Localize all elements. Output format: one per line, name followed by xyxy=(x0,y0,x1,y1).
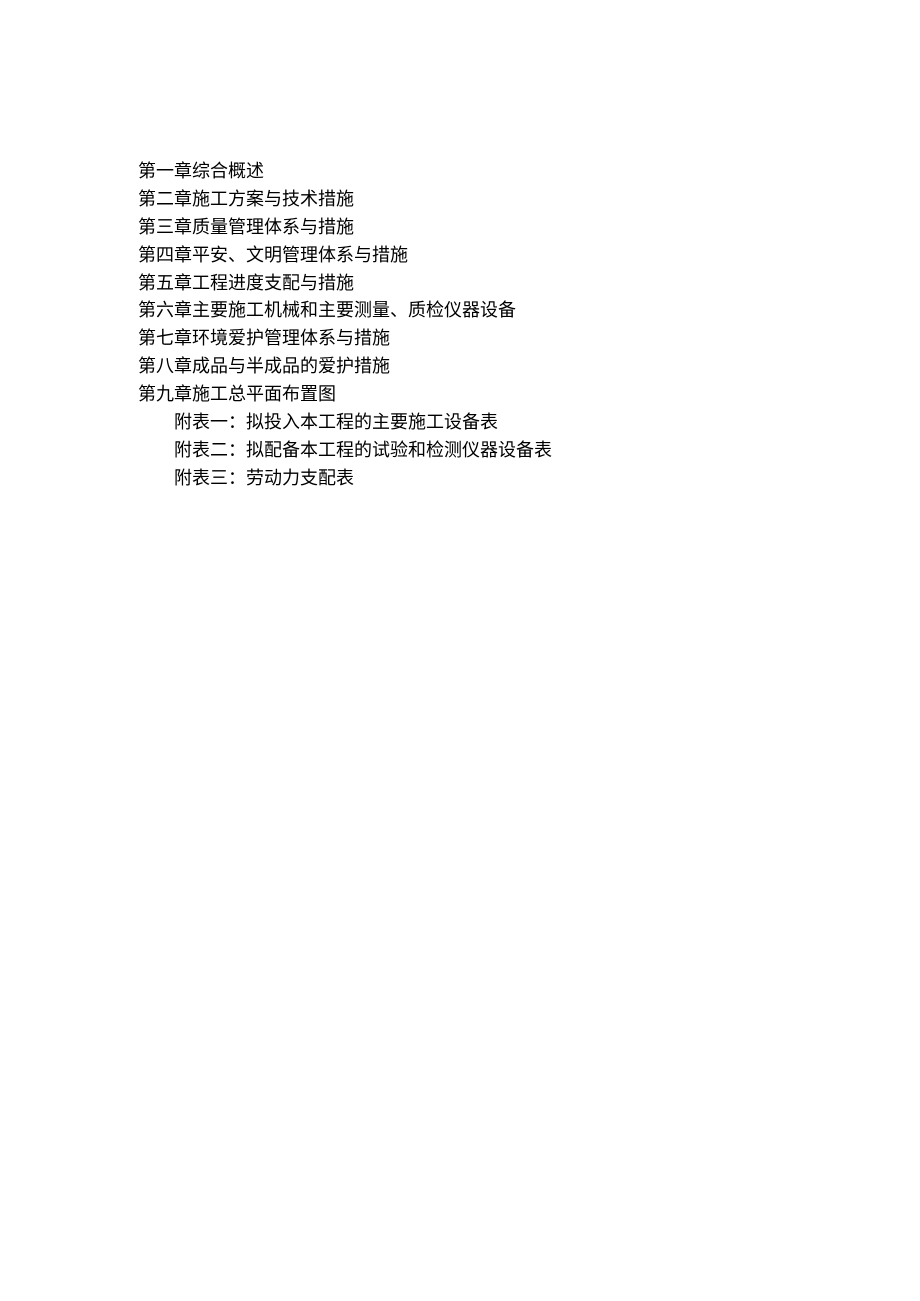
toc-chapter: 第八章成品与半成品的爱护措施 xyxy=(138,353,920,381)
table-of-contents: 第一章综合概述 第二章施工方案与技术措施 第三章质量管理体系与措施 第四章平安、… xyxy=(138,158,920,493)
toc-chapter: 第五章工程进度支配与措施 xyxy=(138,270,920,298)
toc-chapter: 第九章施工总平面布置图 xyxy=(138,381,920,409)
toc-chapter: 第四章平安、文明管理体系与措施 xyxy=(138,242,920,270)
toc-appendix: 附表二：拟配备本工程的试验和检测仪器设备表 xyxy=(138,437,920,465)
toc-chapter: 第一章综合概述 xyxy=(138,158,920,186)
toc-chapter: 第七章环境爱护管理体系与措施 xyxy=(138,325,920,353)
toc-chapter: 第三章质量管理体系与措施 xyxy=(138,214,920,242)
toc-chapter: 第二章施工方案与技术措施 xyxy=(138,186,920,214)
toc-chapter: 第六章主要施工机械和主要测量、质检仪器设备 xyxy=(138,297,920,325)
toc-appendix: 附表三：劳动力支配表 xyxy=(138,465,920,493)
toc-appendix: 附表一：拟投入本工程的主要施工设备表 xyxy=(138,409,920,437)
